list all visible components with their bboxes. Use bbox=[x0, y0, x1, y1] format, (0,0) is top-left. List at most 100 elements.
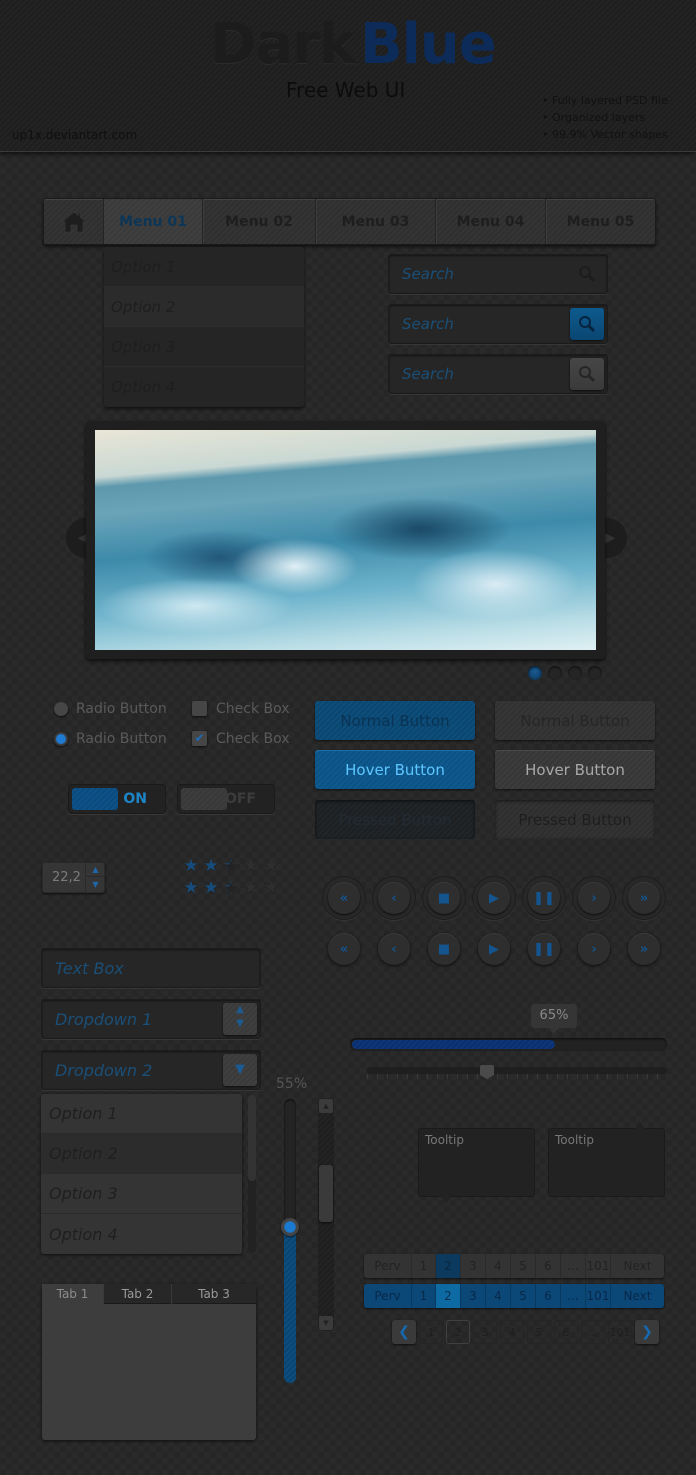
tab-2[interactable]: Tab 2 bbox=[104, 1284, 172, 1304]
pagination-next[interactable]: Next bbox=[611, 1284, 664, 1308]
star-icon[interactable]: ★ bbox=[262, 880, 282, 897]
star-rating[interactable]: ★ ★ ★ ★ ★ bbox=[182, 880, 282, 897]
tab-3[interactable]: Tab 3 bbox=[172, 1284, 256, 1304]
horizontal-slider-knob[interactable] bbox=[480, 1065, 494, 1079]
checkbox-checked[interactable]: ✔ bbox=[192, 731, 207, 746]
search-input-plain[interactable]: Search bbox=[388, 254, 608, 294]
pagination-page[interactable]: 5 bbox=[527, 1320, 551, 1344]
scrollbar-thumb[interactable] bbox=[319, 1165, 333, 1222]
text-box[interactable]: Text Box bbox=[41, 948, 261, 988]
dropdown-2[interactable]: Dropdown 2 ▼ bbox=[41, 1050, 261, 1090]
pagination-page[interactable]: 5 bbox=[511, 1284, 536, 1308]
radio-button-checked[interactable] bbox=[54, 732, 68, 746]
nav-home[interactable] bbox=[44, 199, 104, 244]
star-icon[interactable]: ★ bbox=[222, 858, 242, 875]
nav-item-menu-03[interactable]: Menu 03 bbox=[316, 199, 436, 244]
pagination-page-current[interactable]: 2 bbox=[446, 1320, 470, 1344]
horizontal-slider-track[interactable] bbox=[367, 1067, 667, 1074]
blue-hover-button[interactable]: Hover Button bbox=[315, 750, 475, 789]
dropdown-option[interactable]: Option 1 bbox=[104, 247, 304, 287]
search-button[interactable] bbox=[570, 308, 604, 340]
nav-item-menu-02[interactable]: Menu 02 bbox=[203, 199, 316, 244]
pagination-page[interactable]: 101 bbox=[608, 1320, 632, 1344]
pagination-page[interactable]: 4 bbox=[486, 1254, 511, 1278]
pagination-page[interactable]: 101 bbox=[586, 1284, 611, 1308]
dropdown-option[interactable]: Option 3 bbox=[104, 327, 304, 367]
media-fast-forward-button[interactable]: » bbox=[628, 933, 660, 965]
media-rewind-button[interactable]: « bbox=[328, 933, 360, 965]
pagination-page[interactable]: 4 bbox=[486, 1284, 511, 1308]
star-icon[interactable]: ★ bbox=[182, 858, 202, 875]
credit-link[interactable]: up1x.deviantart.com bbox=[12, 128, 137, 142]
pagination-page[interactable]: 6 bbox=[536, 1254, 561, 1278]
star-icon[interactable]: ★ bbox=[242, 880, 262, 897]
pagination-page[interactable]: 1 bbox=[412, 1254, 436, 1278]
scrollbar-down-button[interactable]: ▼ bbox=[319, 1316, 333, 1330]
pagination-page-current[interactable]: 2 bbox=[436, 1284, 461, 1308]
pagination-prev-button[interactable]: ❮ bbox=[392, 1320, 416, 1344]
toggle-off[interactable]: OFF bbox=[177, 784, 275, 814]
list-scrollbar-thumb[interactable] bbox=[248, 1095, 256, 1181]
tab-1[interactable]: Tab 1 bbox=[42, 1284, 104, 1304]
pagination-page[interactable]: 101 bbox=[586, 1254, 611, 1278]
star-icon[interactable]: ★ bbox=[202, 858, 222, 875]
search-input-grey[interactable]: Search bbox=[388, 354, 608, 394]
media-pause-button[interactable]: ❚❚ bbox=[522, 876, 566, 920]
blue-normal-button[interactable]: Normal Button bbox=[315, 701, 475, 740]
slider-dot-3[interactable] bbox=[568, 666, 582, 680]
slider-dot-2[interactable] bbox=[548, 666, 562, 680]
pagination-next[interactable]: Next bbox=[611, 1254, 664, 1278]
media-play-button[interactable]: ▶ bbox=[472, 876, 516, 920]
dropdown-1[interactable]: Dropdown 1 ▲ ▼ bbox=[41, 999, 261, 1039]
stepper-up-button[interactable]: ▲ bbox=[85, 863, 105, 877]
list-option[interactable]: Option 2 bbox=[41, 1134, 242, 1174]
pagination-prev[interactable]: Perv bbox=[364, 1254, 412, 1278]
media-pause-button[interactable]: ❚❚ bbox=[528, 933, 560, 965]
dropdown-2-toggle[interactable]: ▼ bbox=[223, 1054, 257, 1086]
pagination-page[interactable]: 3 bbox=[461, 1254, 486, 1278]
search-input-blue[interactable]: Search bbox=[388, 304, 608, 344]
pagination-next-button[interactable]: ❯ bbox=[635, 1320, 659, 1344]
list-option[interactable]: Option 1 bbox=[41, 1094, 242, 1134]
stepper-value[interactable]: 22,2 bbox=[52, 870, 81, 885]
grey-normal-button[interactable]: Normal Button bbox=[495, 701, 655, 740]
slider-dot-1[interactable] bbox=[528, 666, 542, 680]
grey-hover-button[interactable]: Hover Button bbox=[495, 750, 655, 789]
pagination-page[interactable]: 6 bbox=[536, 1284, 561, 1308]
star-rating[interactable]: ★ ★ ★ ★ ★ bbox=[182, 858, 282, 875]
vertical-slider-knob[interactable] bbox=[281, 1217, 299, 1236]
media-stop-button[interactable]: ■ bbox=[428, 933, 460, 965]
stepper-down-button[interactable]: ▼ bbox=[85, 878, 105, 892]
media-previous-button[interactable]: ‹ bbox=[378, 933, 410, 965]
pagination-page[interactable]: 1 bbox=[419, 1320, 443, 1344]
media-rewind-button[interactable]: « bbox=[322, 876, 366, 920]
radio-button-unchecked[interactable] bbox=[54, 702, 68, 716]
star-icon[interactable]: ★ bbox=[222, 880, 242, 897]
list-option[interactable]: Option 3 bbox=[41, 1174, 242, 1214]
star-icon[interactable]: ★ bbox=[182, 880, 202, 897]
checkbox-unchecked[interactable] bbox=[192, 701, 207, 716]
search-button[interactable] bbox=[570, 258, 604, 290]
pagination-page-current[interactable]: 2 bbox=[436, 1254, 461, 1278]
media-next-button[interactable]: › bbox=[578, 933, 610, 965]
pagination-page[interactable]: 6 bbox=[554, 1320, 578, 1344]
pagination-prev[interactable]: Perv bbox=[364, 1284, 412, 1308]
blue-pressed-button[interactable]: Pressed Button bbox=[315, 800, 475, 839]
grey-pressed-button[interactable]: Pressed Button bbox=[495, 800, 655, 839]
star-icon[interactable]: ★ bbox=[202, 880, 222, 897]
nav-item-menu-04[interactable]: Menu 04 bbox=[436, 199, 546, 244]
pagination-page[interactable]: 1 bbox=[412, 1284, 436, 1308]
dropdown-option[interactable]: Option 4 bbox=[104, 367, 304, 407]
search-button[interactable] bbox=[570, 358, 604, 390]
media-previous-button[interactable]: ‹ bbox=[372, 876, 416, 920]
scrollbar-up-button[interactable]: ▲ bbox=[319, 1099, 333, 1113]
list-option[interactable]: Option 4 bbox=[41, 1214, 242, 1254]
star-icon[interactable]: ★ bbox=[262, 858, 282, 875]
nav-item-menu-05[interactable]: Menu 05 bbox=[546, 199, 655, 244]
media-next-button[interactable]: › bbox=[572, 876, 616, 920]
toggle-on[interactable]: ON bbox=[68, 784, 166, 814]
media-fast-forward-button[interactable]: » bbox=[622, 876, 666, 920]
media-play-button[interactable]: ▶ bbox=[478, 933, 510, 965]
pagination-page[interactable]: 3 bbox=[461, 1284, 486, 1308]
pagination-page[interactable]: 4 bbox=[500, 1320, 524, 1344]
